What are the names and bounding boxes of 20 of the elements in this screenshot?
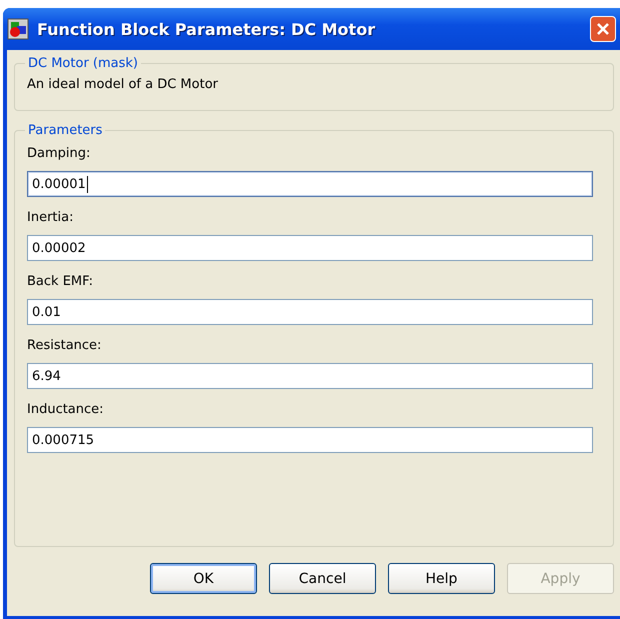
dialog-button[interactable]: Help: [388, 563, 495, 594]
dialog-button[interactable]: Cancel: [269, 563, 376, 594]
input-field[interactable]: 6.94: [27, 363, 593, 389]
field-label: Resistance:: [27, 338, 102, 353]
field-label: Inertia:: [27, 210, 74, 225]
window-title: Function Block Parameters: DC Motor: [37, 20, 376, 38]
group-title: DC Motor (mask): [27, 56, 139, 71]
group-title: Parameters: [27, 123, 104, 138]
close-button[interactable]: [590, 16, 616, 42]
description-text: An ideal model of a DC Motor: [27, 76, 219, 94]
close-icon: [595, 21, 611, 37]
input-field[interactable]: 0.00002: [27, 235, 593, 261]
input-field[interactable]: 0.00001: [27, 171, 593, 197]
field-label: Inductance:: [27, 402, 105, 417]
field-label: Back EMF:: [27, 274, 94, 289]
input-field[interactable]: 0.01: [27, 299, 593, 325]
dialog-button[interactable]: OK: [150, 563, 257, 594]
input-field[interactable]: 0.000715: [27, 427, 593, 453]
field-label: Damping:: [27, 146, 92, 161]
app-icon: [7, 18, 29, 40]
